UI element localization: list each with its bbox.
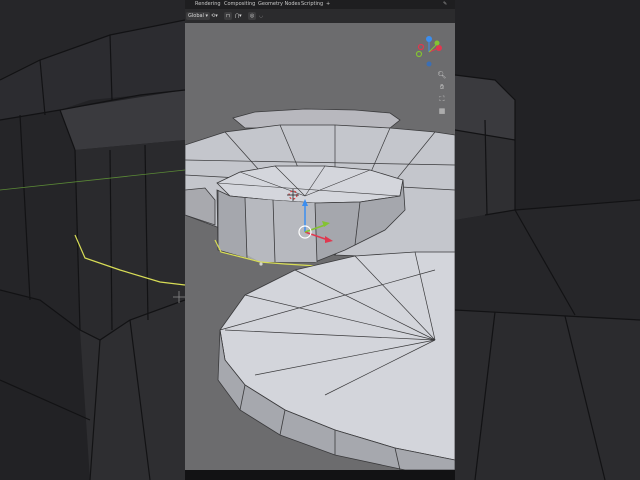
grid-icon[interactable]: ▦ <box>436 106 448 117</box>
proportional-falloff-icon[interactable]: ◡ <box>259 12 263 20</box>
hand-icon[interactable]: ✋︎ <box>436 82 448 93</box>
snap-settings-icon[interactable]: ⋂▾ <box>235 12 242 20</box>
viewport-header: Global ▾ ⟲▾ ⊓ ⋂▾ ◎ ◡ <box>185 9 455 23</box>
add-workspace-button[interactable]: + <box>326 1 330 8</box>
orientation-dropdown[interactable]: Global ▾ <box>186 12 211 20</box>
gizmo-y-axis[interactable] <box>434 40 440 46</box>
zoom-icon[interactable]: 🔍︎ <box>436 70 448 81</box>
proportional-edit-icon[interactable]: ◎ <box>248 12 257 20</box>
pen-icon[interactable]: ✎ <box>443 1 447 8</box>
mouse-cursor-icon <box>259 262 263 266</box>
tab-geometry-nodes[interactable]: Geometry Nodes <box>258 1 300 8</box>
blender-window: Rendering Compositing Geometry Nodes Scr… <box>0 0 640 480</box>
viewport-left-dark[interactable] <box>0 0 185 480</box>
tab-rendering[interactable]: Rendering <box>195 1 221 8</box>
viewport-right-dark[interactable] <box>455 0 640 480</box>
status-strip <box>185 470 455 480</box>
pivot-icon[interactable]: ⟲▾ <box>211 12 218 20</box>
tab-compositing[interactable]: Compositing <box>224 1 255 8</box>
magnet-icon[interactable]: ⊓ <box>224 12 232 20</box>
gizmo-z-axis[interactable] <box>426 36 432 42</box>
orientation-label: Global <box>188 13 204 19</box>
workspace-tabs-bar: Rendering Compositing Geometry Nodes Scr… <box>185 0 455 9</box>
3d-viewport[interactable]: Rendering Compositing Geometry Nodes Scr… <box>185 0 455 470</box>
tab-scripting[interactable]: Scripting <box>301 1 323 8</box>
camera-icon[interactable]: ⛶ <box>436 94 448 105</box>
gizmo-x-axis[interactable] <box>436 45 442 51</box>
navigation-gizmo[interactable] <box>412 34 446 70</box>
viewport-mesh[interactable] <box>185 0 455 470</box>
navigation-buttons: 🔍︎ ✋︎ ⛶ ▦ <box>436 70 448 118</box>
